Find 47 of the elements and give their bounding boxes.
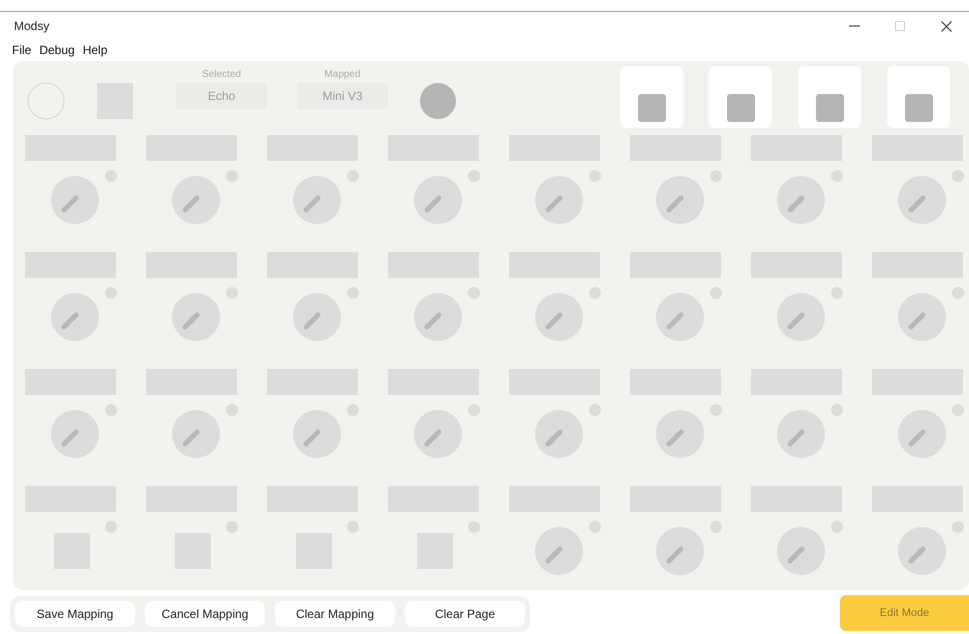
- knob[interactable]: [293, 410, 341, 458]
- knob[interactable]: [535, 527, 583, 575]
- knob[interactable]: [172, 293, 220, 341]
- knob[interactable]: [535, 293, 583, 341]
- knob[interactable]: [172, 176, 220, 224]
- close-icon[interactable]: [940, 20, 952, 32]
- knob[interactable]: [172, 410, 220, 458]
- window-title: Modsy: [14, 18, 50, 35]
- pad-button[interactable]: [620, 66, 683, 128]
- knob[interactable]: [414, 410, 462, 458]
- knob[interactable]: [656, 176, 704, 224]
- knob[interactable]: [293, 176, 341, 224]
- pad-button[interactable]: [709, 66, 772, 128]
- knob[interactable]: [777, 527, 825, 575]
- minimize-icon[interactable]: [848, 25, 860, 27]
- knob[interactable]: [777, 410, 825, 458]
- knob[interactable]: [535, 176, 583, 224]
- maximize-icon[interactable]: [895, 21, 905, 31]
- knob[interactable]: [898, 527, 946, 575]
- knob[interactable]: [656, 527, 704, 575]
- menu-item[interactable]: Debug: [39, 41, 75, 59]
- knob[interactable]: [656, 293, 704, 341]
- field-label: Mapped: [323, 68, 362, 82]
- knob[interactable]: [898, 293, 946, 341]
- action-button[interactable]: Cancel Mapping: [145, 601, 265, 627]
- record-button[interactable]: [420, 83, 456, 119]
- pad-button[interactable]: [798, 66, 861, 128]
- knob[interactable]: [898, 410, 946, 458]
- status-circle: [27, 82, 65, 120]
- knob[interactable]: [51, 410, 99, 458]
- field-label: Selected: [201, 68, 242, 82]
- pad-button[interactable]: [887, 66, 950, 128]
- knob[interactable]: [777, 176, 825, 224]
- action-button[interactable]: Clear Page: [405, 601, 525, 627]
- menu-item[interactable]: File: [12, 41, 32, 59]
- action-button[interactable]: Clear Mapping: [275, 601, 395, 627]
- knob[interactable]: [414, 293, 462, 341]
- action-button[interactable]: Save Mapping: [15, 601, 135, 627]
- menu-item[interactable]: Help: [82, 41, 108, 59]
- knob[interactable]: [535, 410, 583, 458]
- knob[interactable]: [293, 293, 341, 341]
- knob[interactable]: [414, 176, 462, 224]
- knob[interactable]: [777, 293, 825, 341]
- knob[interactable]: [51, 176, 99, 224]
- knob[interactable]: [51, 293, 99, 341]
- knob[interactable]: [656, 410, 704, 458]
- knob[interactable]: [898, 176, 946, 224]
